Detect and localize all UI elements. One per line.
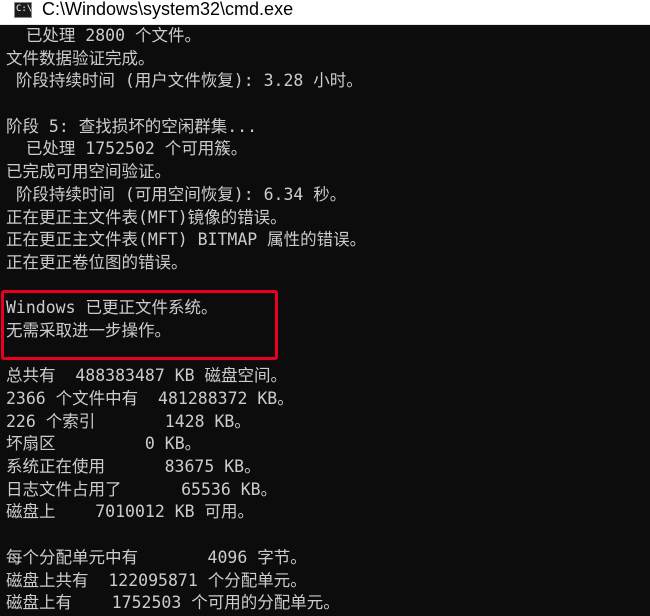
console-line-highlighted: Windows 已更正文件系统。: [6, 298, 218, 318]
console-line: 226 个索引 1428 KB。: [6, 411, 251, 431]
console-output[interactable]: 已处理 2800 个文件。 文件数据验证完成。 阶段持续时间 (用户文件恢复):…: [0, 25, 650, 616]
console-line: 坏扇区 0 KB。: [6, 434, 202, 454]
console-line: 正在更正卷位图的错误。: [6, 252, 188, 272]
console-line: 阶段持续时间 (用户文件恢复): 3.28 小时。: [6, 71, 363, 91]
console-line: 阶段持续时间 (可用空间恢复): 6.34 秒。: [6, 184, 347, 204]
console-line-highlighted: 无需采取进一步操作。: [6, 320, 171, 340]
console-line: 正在更正主文件表(MFT) BITMAP 属性的错误。: [6, 230, 367, 250]
console-line: 已完成可用空间验证。: [6, 162, 171, 182]
console-line: 日志文件占用了 65536 KB。: [6, 479, 278, 499]
console-line: 磁盘上有 1752503 个可用的分配单元。: [6, 593, 340, 613]
console-line: 总共有 488383487 KB 磁盘空间。: [6, 366, 288, 386]
console-line: 系统正在使用 83675 KB。: [6, 457, 261, 477]
cmd-window: C:\ C:\Windows\system32\cmd.exe 已处理 2800…: [0, 0, 650, 616]
console-line: 磁盘上共有 122095871 个分配单元。: [6, 570, 307, 590]
console-line: 已处理 1752502 个可用簇。: [6, 139, 248, 159]
console-line: 磁盘上 7010012 KB 可用。: [6, 502, 255, 522]
cmd-icon: C:\: [14, 2, 32, 18]
console-line: 阶段 5: 查找损坏的空闲群集...: [6, 116, 258, 136]
console-line: 2366 个文件中有 481288372 KB。: [6, 389, 294, 408]
window-title: C:\Windows\system32\cmd.exe: [42, 0, 294, 19]
title-bar[interactable]: C:\ C:\Windows\system32\cmd.exe: [0, 0, 650, 25]
console-line: 已处理 2800 个文件。: [6, 26, 201, 45]
console-line: 文件数据验证完成。: [6, 48, 155, 68]
console-line: 正在更正主文件表(MFT)镜像的错误。: [6, 207, 287, 227]
console-line: 每个分配单元中有 4096 字节。: [6, 547, 307, 567]
